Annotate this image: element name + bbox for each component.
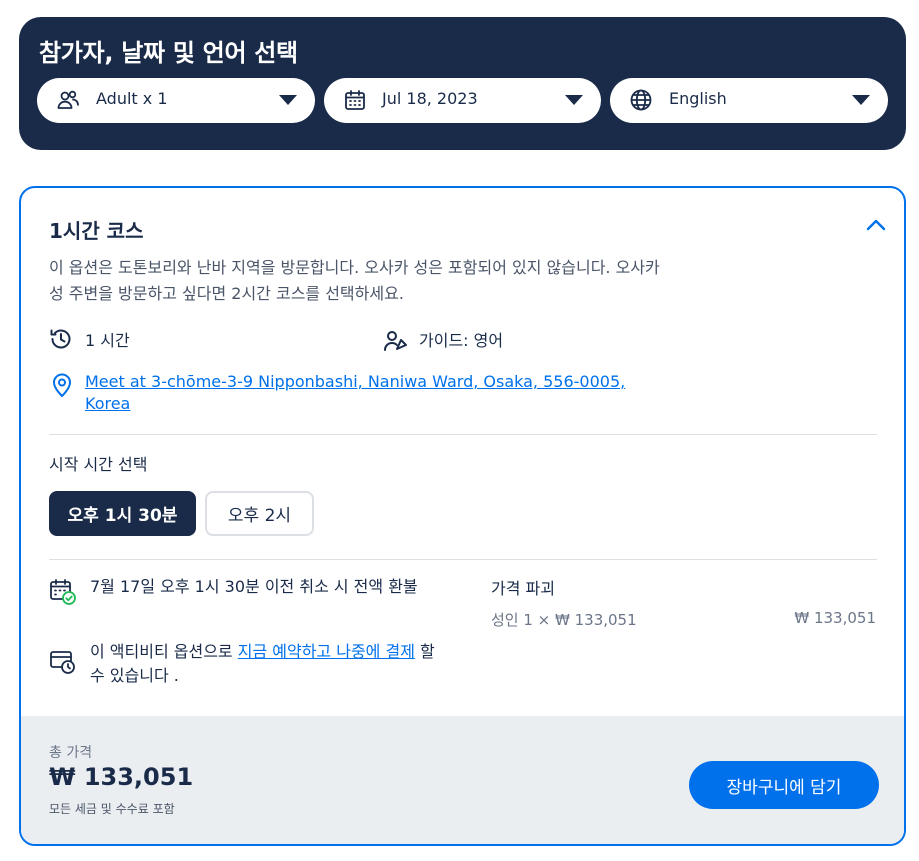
caret-down-icon (279, 95, 297, 105)
divider (49, 559, 877, 560)
option-description: 이 옵션은 도톤보리와 난바 지역을 방문합니다. 오사카 성은 포함되어 있지… (49, 258, 660, 303)
cancellation-text: 7월 17일 오후 1시 30분 이전 취소 시 전액 환불 (90, 577, 418, 596)
calendar-icon (345, 90, 365, 110)
pay-later-icon (50, 651, 75, 674)
total-price-footer: 총 가격 ₩ 133,051 모든 세금 및 수수료 포함 장바구니에 담기 (21, 716, 904, 844)
panel-title: 참가자, 날짜 및 언어 선택 (39, 39, 298, 67)
participants-value: Adult x 1 (96, 89, 168, 108)
date-value: Jul 18, 2023 (382, 89, 478, 108)
participants-dropdown[interactable]: Adult x 1 (37, 78, 315, 123)
total-price-label: 총 가격 (49, 745, 93, 761)
start-time-option-selected[interactable]: 오후 1시 30분 (49, 491, 196, 536)
globe-icon (630, 89, 652, 111)
total-price-amount: ₩ 133,051 (49, 763, 194, 791)
chevron-up-icon[interactable] (865, 218, 887, 232)
caret-down-icon (565, 95, 583, 105)
pay-later-prefix: 이 액티비티 옵션으로 (90, 642, 238, 661)
start-time-label: 시작 시간 선택 (49, 455, 148, 474)
calendar-check-icon (50, 579, 76, 605)
meeting-point-link[interactable]: Meet at 3-chōme-3-9 Nipponbashi, Naniwa … (85, 371, 645, 415)
start-time-option[interactable]: 오후 2시 (205, 491, 314, 536)
price-breakdown-amount: ₩ 133,051 (794, 609, 876, 627)
price-breakdown-line: 성인 1 × ₩ 133,051 (491, 611, 637, 629)
location-pin-icon (53, 373, 71, 397)
selection-panel: 참가자, 날짜 및 언어 선택 Adult x 1 Jul 18, 2023 E… (19, 17, 906, 150)
total-price-note: 모든 세금 및 수수료 포함 (49, 802, 175, 816)
duration-text: 1 시간 (85, 331, 130, 350)
guide-language-text: 가이드: 영어 (419, 331, 504, 350)
pay-later-link[interactable]: 지금 예약하고 나중에 결제 (238, 642, 415, 661)
people-icon (57, 90, 79, 109)
guide-icon (384, 331, 407, 351)
price-breakdown-title: 가격 파괴 (491, 579, 555, 598)
divider (49, 434, 877, 435)
pay-later-text: 이 액티비티 옵션으로 지금 예약하고 나중에 결제 할 수 있습니다 . (90, 640, 440, 688)
add-to-cart-button[interactable]: 장바구니에 담기 (689, 761, 879, 809)
language-value: English (669, 89, 727, 108)
date-dropdown[interactable]: Jul 18, 2023 (324, 78, 601, 123)
clock-history-icon (50, 329, 71, 349)
option-title: 1시간 코스 (49, 219, 144, 243)
caret-down-icon (852, 95, 870, 105)
option-card: 1시간 코스 이 옵션은 도톤보리와 난바 지역을 방문합니다. 오사카 성은 … (19, 186, 906, 846)
language-dropdown[interactable]: English (610, 78, 888, 123)
